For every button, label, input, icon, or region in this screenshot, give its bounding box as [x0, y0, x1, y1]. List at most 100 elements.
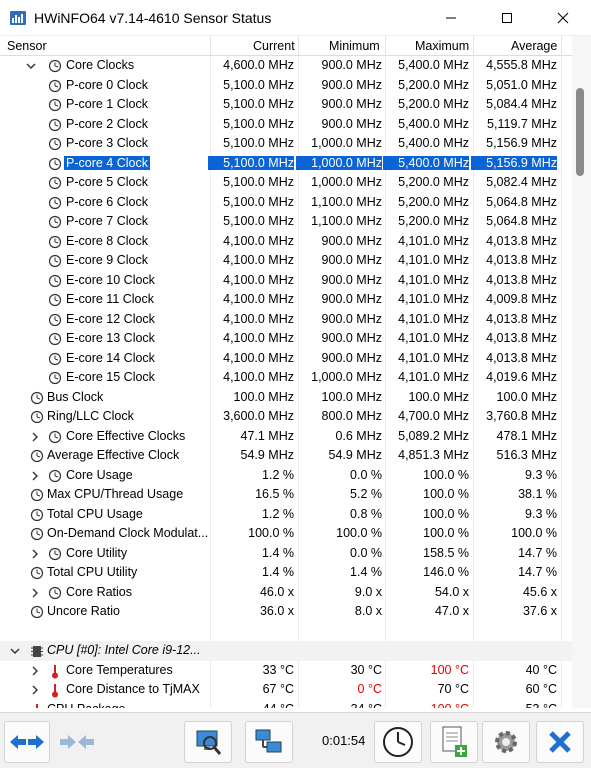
clock-sensor-icon	[48, 586, 62, 599]
sensor-group-row[interactable]: CPU [#0]: Intel Core i9-12...	[0, 641, 572, 661]
sensor-monitor-button[interactable]	[184, 721, 232, 763]
column-header-maximum[interactable]: Maximum	[415, 39, 469, 53]
close-sensors-button[interactable]	[536, 721, 584, 763]
sensor-row[interactable]: E-core 13 Clock 4,100.0 MHz 900.0 MHz 4,101…	[0, 329, 572, 349]
value-max: 100.0 %	[423, 506, 469, 521]
sensor-row[interactable]: P-core 5 Clock 5,100.0 MHz 1,000.0 MHz 5,20…	[0, 173, 572, 193]
sensor-row[interactable]: Core Temperatures 33 °C 30 °C 100 °C 40 °C	[0, 661, 572, 681]
sensor-label: E-core 14 Clock	[66, 350, 155, 365]
sensor-row[interactable]: Core Clocks 4,600.0 MHz 900.0 MHz 5,400.0 M…	[0, 56, 572, 76]
close-x-icon	[549, 731, 571, 753]
value-min: 1,000.0 MHz	[311, 136, 382, 150]
sensor-row[interactable]: E-core 8 Clock 4,100.0 MHz 900.0 MHz 4,101.…	[0, 232, 572, 252]
sensor-row[interactable]: Core Effective Clocks 47.1 MHz 0.6 MHz 5,08…	[0, 427, 572, 447]
chevron-right-icon[interactable]	[30, 588, 40, 598]
column-header-minimum[interactable]: Minimum	[329, 39, 380, 53]
sensor-row[interactable]: Ring/LLC Clock 3,600.0 MHz 800.0 MHz 4,700.…	[0, 407, 572, 427]
value-avg: 4,013.8 MHz	[486, 272, 557, 287]
clock-sensor-icon	[48, 176, 62, 190]
value-min: 5.2 %	[350, 487, 382, 501]
sensor-label: P-core 7 Clock	[66, 214, 148, 228]
chevron-down-icon[interactable]	[26, 61, 36, 71]
thermometer-icon	[52, 684, 58, 698]
chevron-right-icon[interactable]	[30, 685, 40, 695]
network-button[interactable]	[245, 721, 293, 763]
column-header-current[interactable]: Current	[253, 39, 295, 53]
sensor-row[interactable]: CPU Package 44 °C34 °C100 °C53 °C	[0, 700, 572, 709]
clock-sensor-icon	[48, 332, 62, 346]
sensor-row[interactable]: E-core 14 Clock 4,100.0 MHz 900.0 MHz 4,101…	[0, 349, 572, 369]
sensor-row[interactable]: Uncore Ratio 36.0 x 8.0 x 47.0 x 37.6 x	[0, 602, 572, 622]
sensor-row[interactable]: Total CPU Usage 1.2 % 0.8 % 100.0 % 9.3 %	[0, 505, 572, 525]
elapsed-timer: 0:01:54	[322, 733, 366, 748]
sensor-row[interactable]: P-core 0 Clock 5,100.0 MHz 900.0 MHz 5,200.…	[0, 76, 572, 96]
value-min: 34 °C	[296, 702, 382, 709]
maximize-button[interactable]	[484, 0, 530, 36]
value-max: 100.0 %	[423, 487, 469, 501]
scrollbar-thumb[interactable]	[576, 88, 584, 176]
sensor-row[interactable]: Total CPU Utility 1.4 % 1.4 % 146.0 % 14.7 %	[0, 563, 572, 583]
value-max: 100.0 MHz	[408, 389, 469, 404]
window-title: HWiNFO64 v7.14-4610 Sensor Status	[34, 10, 272, 26]
sensor-row[interactable]: Core Ratios 46.0 x 9.0 x 54.0 x 45.6 x	[0, 583, 572, 603]
clock-sensor-icon	[30, 527, 44, 541]
sensor-row[interactable]: P-core 2 Clock 5,100.0 MHz 900.0 MHz 5,400.…	[0, 115, 572, 135]
sensor-row[interactable]: Max CPU/Thread Usage 16.5 % 5.2 % 100.0 % 38…	[0, 485, 572, 505]
network-computers-icon	[255, 729, 282, 753]
sensor-row[interactable]: E-core 15 Clock 4,100.0 MHz 1,000.0 MHz 4,1…	[0, 368, 572, 388]
value-min: 900.0 MHz	[321, 253, 382, 267]
vertical-scrollbar[interactable]	[572, 36, 591, 708]
sensor-row[interactable]: Core Utility 1.4 % 0.0 % 158.5 % 14.7 %	[0, 544, 572, 564]
sensor-row[interactable]: P-core 4 Clock 5,100.0 MHz 1,000.0 MHz 5,40…	[0, 154, 572, 174]
column-header-sensor[interactable]: Sensor	[7, 39, 47, 53]
value-max: 100 °C	[430, 662, 469, 677]
value-avg: 37.6 x	[522, 604, 557, 618]
navigate-arrows-button[interactable]	[4, 721, 50, 763]
close-icon	[557, 12, 569, 24]
settings-button[interactable]	[482, 721, 530, 763]
sensor-row[interactable]: On-Demand Clock Modulat... 100.0 % 100.0 %…	[0, 524, 572, 544]
clock-reset-button[interactable]	[374, 721, 422, 763]
sensor-row[interactable]	[0, 622, 572, 642]
value-min: 800.0 MHz	[321, 409, 382, 423]
clock-sensor-icon	[48, 371, 62, 385]
value-cur: 36.0 x	[259, 604, 294, 618]
chevron-right-icon[interactable]	[30, 471, 40, 481]
sensor-label: P-core 4 Clock	[64, 155, 150, 170]
clock-sensor-icon	[48, 98, 62, 112]
maximize-icon	[502, 13, 512, 23]
clock-sensor-icon	[48, 59, 62, 73]
value-min: 0.0 %	[350, 467, 382, 482]
sensor-row[interactable]: E-core 9 Clock 4,100.0 MHz 900.0 MHz 4,101.…	[0, 251, 572, 271]
value-max: 4,101.0 MHz	[398, 272, 469, 287]
sensor-row[interactable]: E-core 12 Clock 4,100.0 MHz 900.0 MHz 4,101…	[0, 310, 572, 330]
sensor-row[interactable]: Average Effective Clock 54.9 MHz 54.9 MHz 4…	[0, 446, 572, 466]
chevron-right-icon[interactable]	[30, 549, 40, 559]
close-button[interactable]	[540, 0, 586, 36]
value-avg: 4,555.8 MHz	[486, 58, 557, 72]
sensor-row[interactable]: P-core 1 Clock 5,100.0 MHz 900.0 MHz 5,200.…	[0, 95, 572, 115]
sensor-row[interactable]: E-core 10 Clock 4,100.0 MHz 900.0 MHz 4,101…	[0, 271, 572, 291]
sensor-row[interactable]: P-core 7 Clock 5,100.0 MHz 1,100.0 MHz 5,20…	[0, 212, 572, 232]
value-cur: 4,100.0 MHz	[223, 311, 294, 326]
sensor-table[interactable]: Sensor Current Minimum Maximum Average C…	[0, 36, 572, 708]
value-cur: 47.1 MHz	[240, 428, 295, 443]
navigate-arrows-disabled-button[interactable]	[54, 721, 100, 763]
sensor-row[interactable]: P-core 3 Clock 5,100.0 MHz 1,000.0 MHz 5,40…	[0, 134, 572, 154]
value-cur: 67 °C	[262, 682, 294, 696]
sensor-row[interactable]: Core Usage 1.2 % 0.0 % 100.0 % 9.3 %	[0, 466, 572, 486]
sensor-row[interactable]: P-core 6 Clock 5,100.0 MHz 1,100.0 MHz 5,20…	[0, 193, 572, 213]
column-header-average[interactable]: Average	[511, 39, 557, 53]
sensor-row[interactable]: Core Distance to TjMAX 67 °C 0 °C 70 °C 60 °…	[0, 680, 572, 700]
minimize-button[interactable]	[428, 0, 474, 36]
value-max: 146.0 %	[423, 565, 469, 579]
value-max: 5,200.0 MHz	[398, 194, 469, 209]
logging-button[interactable]	[430, 721, 478, 763]
chevron-down-icon[interactable]	[10, 646, 20, 656]
value-cur: 44 °C	[208, 702, 294, 709]
chevron-right-icon[interactable]	[30, 432, 40, 442]
sensor-row[interactable]: Bus Clock 100.0 MHz 100.0 MHz 100.0 MHz 100.…	[0, 388, 572, 408]
chevron-right-icon[interactable]	[30, 666, 40, 676]
value-cur: 5,100.0 MHz	[223, 214, 294, 228]
sensor-row[interactable]: E-core 11 Clock 4,100.0 MHz 900.0 MHz 4,101…	[0, 290, 572, 310]
